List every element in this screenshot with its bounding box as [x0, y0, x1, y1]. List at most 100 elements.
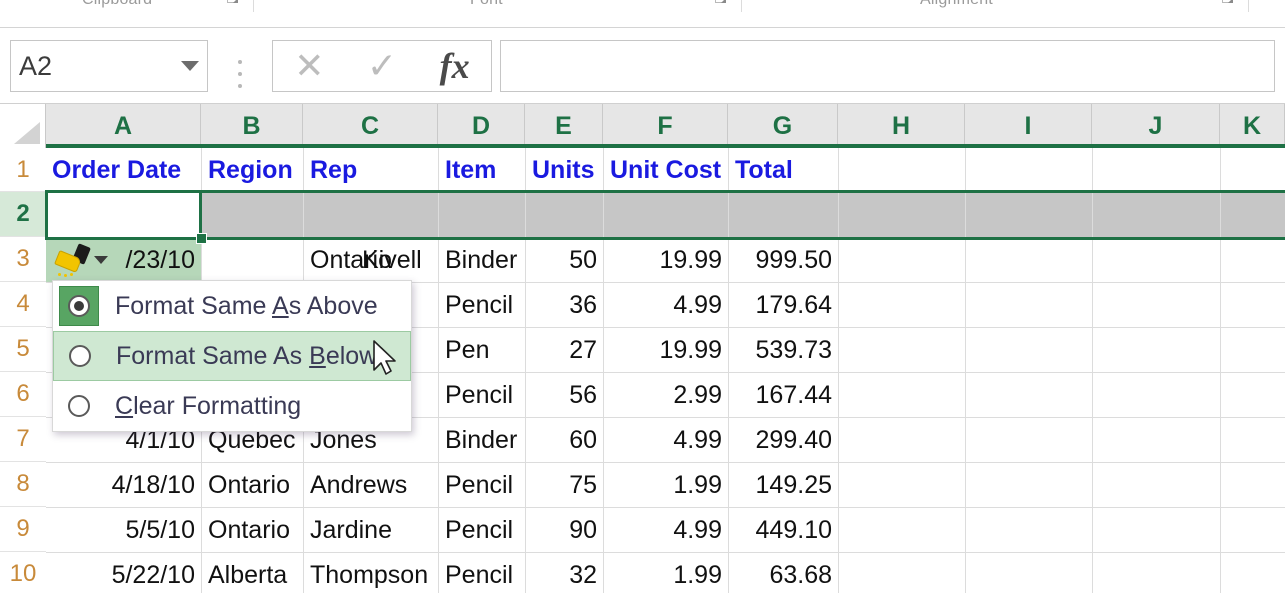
cell-C2[interactable]	[304, 193, 438, 237]
font-dialog-launcher-icon[interactable]	[715, 0, 726, 5]
cell-B2[interactable]	[202, 193, 303, 237]
column-header-K[interactable]: K	[1220, 104, 1285, 148]
cell-E8[interactable]: 75	[526, 463, 603, 507]
cell-G8[interactable]: 149.25	[729, 463, 838, 507]
menu-item-clear-formatting[interactable]: Clear Formatting	[53, 381, 411, 431]
column-header-H[interactable]: H	[838, 104, 965, 148]
select-all-corner-button[interactable]	[0, 104, 46, 148]
cell-F3[interactable]: 19.99	[604, 238, 728, 282]
column-header-I[interactable]: I	[965, 104, 1092, 148]
clipboard-dialog-launcher-icon[interactable]	[227, 0, 238, 5]
cell-G6[interactable]: 167.44	[729, 373, 838, 417]
row-header-7[interactable]: 7	[0, 417, 46, 462]
alignment-dialog-launcher-icon[interactable]	[1222, 0, 1233, 5]
column-header-A[interactable]: A	[46, 104, 201, 148]
cell-E10[interactable]: 32	[526, 553, 603, 593]
name-box[interactable]: A2	[10, 40, 208, 92]
cell-C1[interactable]: Rep	[304, 148, 438, 192]
column-header-G[interactable]: G	[728, 104, 838, 148]
cell-G1[interactable]: Total	[729, 148, 838, 192]
paste-options-button[interactable]	[52, 240, 112, 280]
cell-G2[interactable]	[729, 193, 838, 237]
cell-E4[interactable]: 36	[526, 283, 603, 327]
formula-bar-buttons: ✕ ✓ fx	[272, 40, 492, 92]
insert-function-fx-icon[interactable]: fx	[422, 48, 488, 84]
cell-E7[interactable]: 60	[526, 418, 603, 462]
row-header-1[interactable]: 1	[0, 148, 46, 192]
cell-G3[interactable]: 999.50	[729, 238, 838, 282]
cell-B1[interactable]: Region	[202, 148, 303, 192]
cell-K2[interactable]	[1221, 193, 1285, 237]
cell-D7[interactable]: Binder	[439, 418, 525, 462]
cell-D8[interactable]: Pencil	[439, 463, 525, 507]
cell-A8[interactable]: 4/18/10	[46, 463, 201, 507]
cell-D5[interactable]: Pen	[439, 328, 525, 372]
column-header-E[interactable]: E	[525, 104, 603, 148]
cell-H2[interactable]	[839, 193, 965, 237]
cell-F10[interactable]: 1.99	[604, 553, 728, 593]
column-header-J[interactable]: J	[1092, 104, 1220, 148]
cell-F8[interactable]: 1.99	[604, 463, 728, 507]
cell-J2[interactable]	[1093, 193, 1220, 237]
cell-G4[interactable]: 179.64	[729, 283, 838, 327]
cell-I2[interactable]	[966, 193, 1092, 237]
cell-G10[interactable]: 63.68	[729, 553, 838, 593]
cell-A9[interactable]: 5/5/10	[46, 508, 201, 552]
cell-D10[interactable]: Pencil	[439, 553, 525, 593]
menu-item-format-same-as-below[interactable]: Format Same As Below	[53, 331, 411, 381]
row-header-4[interactable]: 4	[0, 282, 46, 327]
column-header-D[interactable]: D	[438, 104, 525, 148]
cell-E1[interactable]: Units	[526, 148, 603, 192]
column-header-F[interactable]: F	[603, 104, 728, 148]
cell-C9[interactable]: Jardine	[304, 508, 438, 552]
row-header-10[interactable]: 10	[0, 552, 46, 593]
cell-E5[interactable]: 27	[526, 328, 603, 372]
name-box-chevron-down-icon[interactable]	[181, 61, 199, 71]
cell-C8[interactable]: Andrews	[304, 463, 438, 507]
row-header-8[interactable]: 8	[0, 462, 46, 507]
formula-input[interactable]	[500, 40, 1275, 92]
row-header-9[interactable]: 9	[0, 507, 46, 552]
cell-G9[interactable]: 449.10	[729, 508, 838, 552]
cell-D3[interactable]: Binder	[439, 238, 525, 282]
row-header-6[interactable]: 6	[0, 372, 46, 417]
cell-B9[interactable]: Ontario	[202, 508, 303, 552]
cell-E2[interactable]	[526, 193, 603, 237]
cell-F5[interactable]: 19.99	[604, 328, 728, 372]
cell-A1[interactable]: Order Date	[46, 148, 201, 192]
cell-F1[interactable]: Unit Cost	[604, 148, 728, 192]
menu-item-label: Format Same As Below	[116, 341, 378, 370]
cell-D6[interactable]: Pencil	[439, 373, 525, 417]
cell-C10[interactable]: Thompson	[304, 553, 438, 593]
cell-D9[interactable]: Pencil	[439, 508, 525, 552]
cell-A10[interactable]: 5/22/10	[46, 553, 201, 593]
cell-A3-text: /23/10	[125, 245, 195, 274]
cell-D1[interactable]: Item	[439, 148, 525, 192]
cell-F9[interactable]: 4.99	[604, 508, 728, 552]
cell-E9[interactable]: 90	[526, 508, 603, 552]
radio-unselected-icon	[59, 386, 99, 426]
menu-item-format-same-as-above[interactable]: Format Same As Above	[53, 281, 411, 331]
column-header-C[interactable]: C	[303, 104, 438, 148]
cell-F4[interactable]: 4.99	[604, 283, 728, 327]
cell-F2[interactable]	[604, 193, 728, 237]
column-header-B[interactable]: B	[201, 104, 303, 148]
cell-B10[interactable]: Alberta	[202, 553, 303, 593]
cell-G5[interactable]: 539.73	[729, 328, 838, 372]
row-header-3[interactable]: 3	[0, 237, 46, 282]
row-header-5[interactable]: 5	[0, 327, 46, 372]
cell-G7[interactable]: 299.40	[729, 418, 838, 462]
fill-handle[interactable]	[196, 233, 207, 244]
cell-B8[interactable]: Ontario	[202, 463, 303, 507]
cell-E6[interactable]: 56	[526, 373, 603, 417]
chevron-down-icon[interactable]	[94, 256, 108, 264]
cell-D4[interactable]: Pencil	[439, 283, 525, 327]
cell-E3[interactable]: 50	[526, 238, 603, 282]
cancel-x-icon[interactable]: ✕	[276, 48, 342, 84]
confirm-check-icon[interactable]: ✓	[349, 48, 415, 84]
cell-F7[interactable]: 4.99	[604, 418, 728, 462]
cell-D2[interactable]	[439, 193, 525, 237]
cell-F6[interactable]: 2.99	[604, 373, 728, 417]
active-cell-A2[interactable]	[45, 190, 202, 240]
row-header-2[interactable]: 2	[0, 192, 46, 237]
